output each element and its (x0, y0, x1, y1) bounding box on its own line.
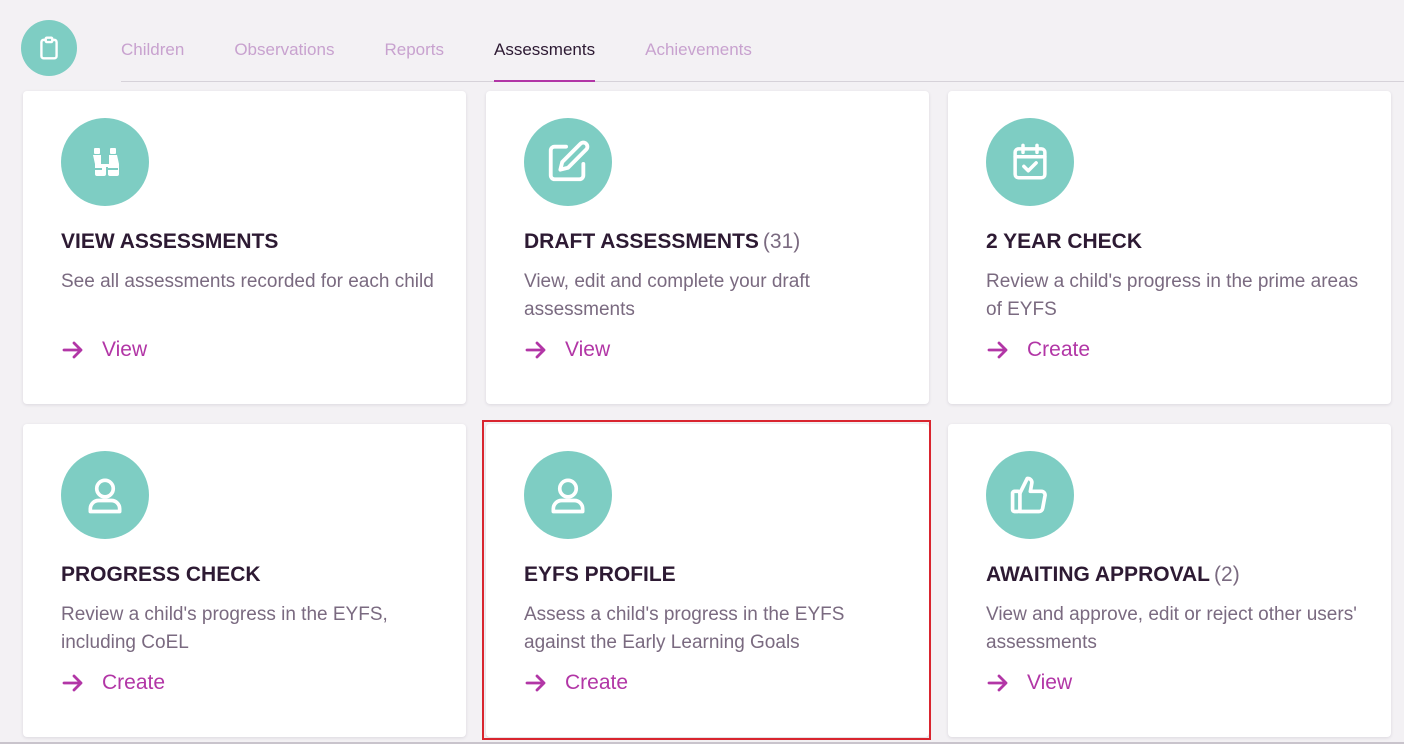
card-description: See all assessments recorded for each ch… (61, 271, 434, 292)
card-description: Review a child's progress in the prime a… (986, 271, 1359, 320)
card-title-row: VIEW ASSESSMENTS (61, 230, 282, 254)
card-title: AWAITING APPROVAL (986, 563, 1211, 586)
create-eyfs-profile-action[interactable]: Create (524, 671, 628, 695)
arrow-right-icon (987, 674, 1008, 692)
card-icon-circle (986, 118, 1074, 206)
calendar-check-icon (1013, 143, 1047, 180)
card-progress-check[interactable]: PROGRESS CHECK Review a child's progress… (23, 424, 466, 737)
card-title-row: 2 YEAR CHECK (986, 230, 1146, 254)
card-title: EYFS PROFILE (524, 563, 676, 586)
card-icon-circle (61, 118, 149, 206)
tab-achievements[interactable]: Achievements (645, 40, 752, 81)
card-title: PROGRESS CHECK (61, 563, 261, 586)
card-title: DRAFT ASSESSMENTS (524, 230, 759, 253)
arrow-right-icon (987, 341, 1008, 359)
card-description: View and approve, edit or reject other u… (986, 604, 1357, 653)
card-icon-circle (524, 118, 612, 206)
card-icon-circle (61, 451, 149, 539)
view-assessments-action[interactable]: View (61, 338, 147, 362)
thumbs-up-icon (1010, 476, 1047, 514)
card-title-row: PROGRESS CHECK (61, 563, 265, 587)
action-label: Create (1027, 338, 1091, 361)
tab-bar: Children Observations Reports Assessment… (121, 0, 1404, 82)
clipboard-icon (40, 36, 58, 60)
arrow-right-icon (525, 341, 546, 359)
card-title-row: EYFS PROFILE (524, 563, 680, 587)
card-draft-assessments[interactable]: DRAFT ASSESSMENTS (31) View, edit and co… (486, 91, 929, 404)
create-progress-check-action[interactable]: Create (61, 671, 165, 695)
create-2-year-check-action[interactable]: Create (986, 338, 1090, 362)
tab-assessments[interactable]: Assessments (494, 40, 596, 82)
view-drafts-action[interactable]: View (524, 338, 610, 362)
tab-observations[interactable]: Observations (234, 40, 334, 81)
card-title-row: AWAITING APPROVAL (2) (986, 563, 1240, 587)
user-icon (551, 478, 585, 514)
action-label: Create (102, 671, 166, 694)
card-description: Assess a child's progress in the EYFS ag… (524, 604, 845, 653)
card-title: VIEW ASSESSMENTS (61, 230, 279, 253)
card-awaiting-approval[interactable]: AWAITING APPROVAL (2) View and approve, … (948, 424, 1391, 737)
arrow-right-icon (62, 674, 83, 692)
arrow-right-icon (62, 341, 83, 359)
card-eyfs-profile[interactable]: EYFS PROFILE Assess a child's progress i… (486, 424, 929, 737)
card-description: Review a child's progress in the EYFS, i… (61, 604, 388, 653)
action-label: Create (565, 671, 629, 694)
user-icon (88, 478, 122, 514)
card-icon-circle (986, 451, 1074, 539)
binoculars-icon (92, 148, 119, 176)
tab-children[interactable]: Children (121, 40, 184, 81)
edit-square-icon (548, 140, 590, 182)
app-badge[interactable] (21, 20, 77, 76)
approval-count-badge: (2) (1214, 563, 1240, 586)
card-title: 2 YEAR CHECK (986, 230, 1142, 253)
draft-count-badge: (31) (762, 230, 801, 253)
action-label: View (565, 338, 611, 361)
card-2-year-check[interactable]: 2 YEAR CHECK Review a child's progress i… (948, 91, 1391, 404)
card-title-row: DRAFT ASSESSMENTS (31) (524, 230, 800, 254)
assessments-page: Children Observations Reports Assessment… (0, 0, 1404, 744)
action-label: View (1027, 671, 1073, 694)
view-awaiting-approval-action[interactable]: View (986, 671, 1072, 695)
card-description: View, edit and complete your draft asses… (524, 271, 810, 320)
card-view-assessments[interactable]: VIEW ASSESSMENTS See all assessments rec… (23, 91, 466, 404)
arrow-right-icon (525, 674, 546, 692)
tab-reports[interactable]: Reports (384, 40, 444, 81)
card-icon-circle (524, 451, 612, 539)
action-label: View (102, 338, 148, 361)
